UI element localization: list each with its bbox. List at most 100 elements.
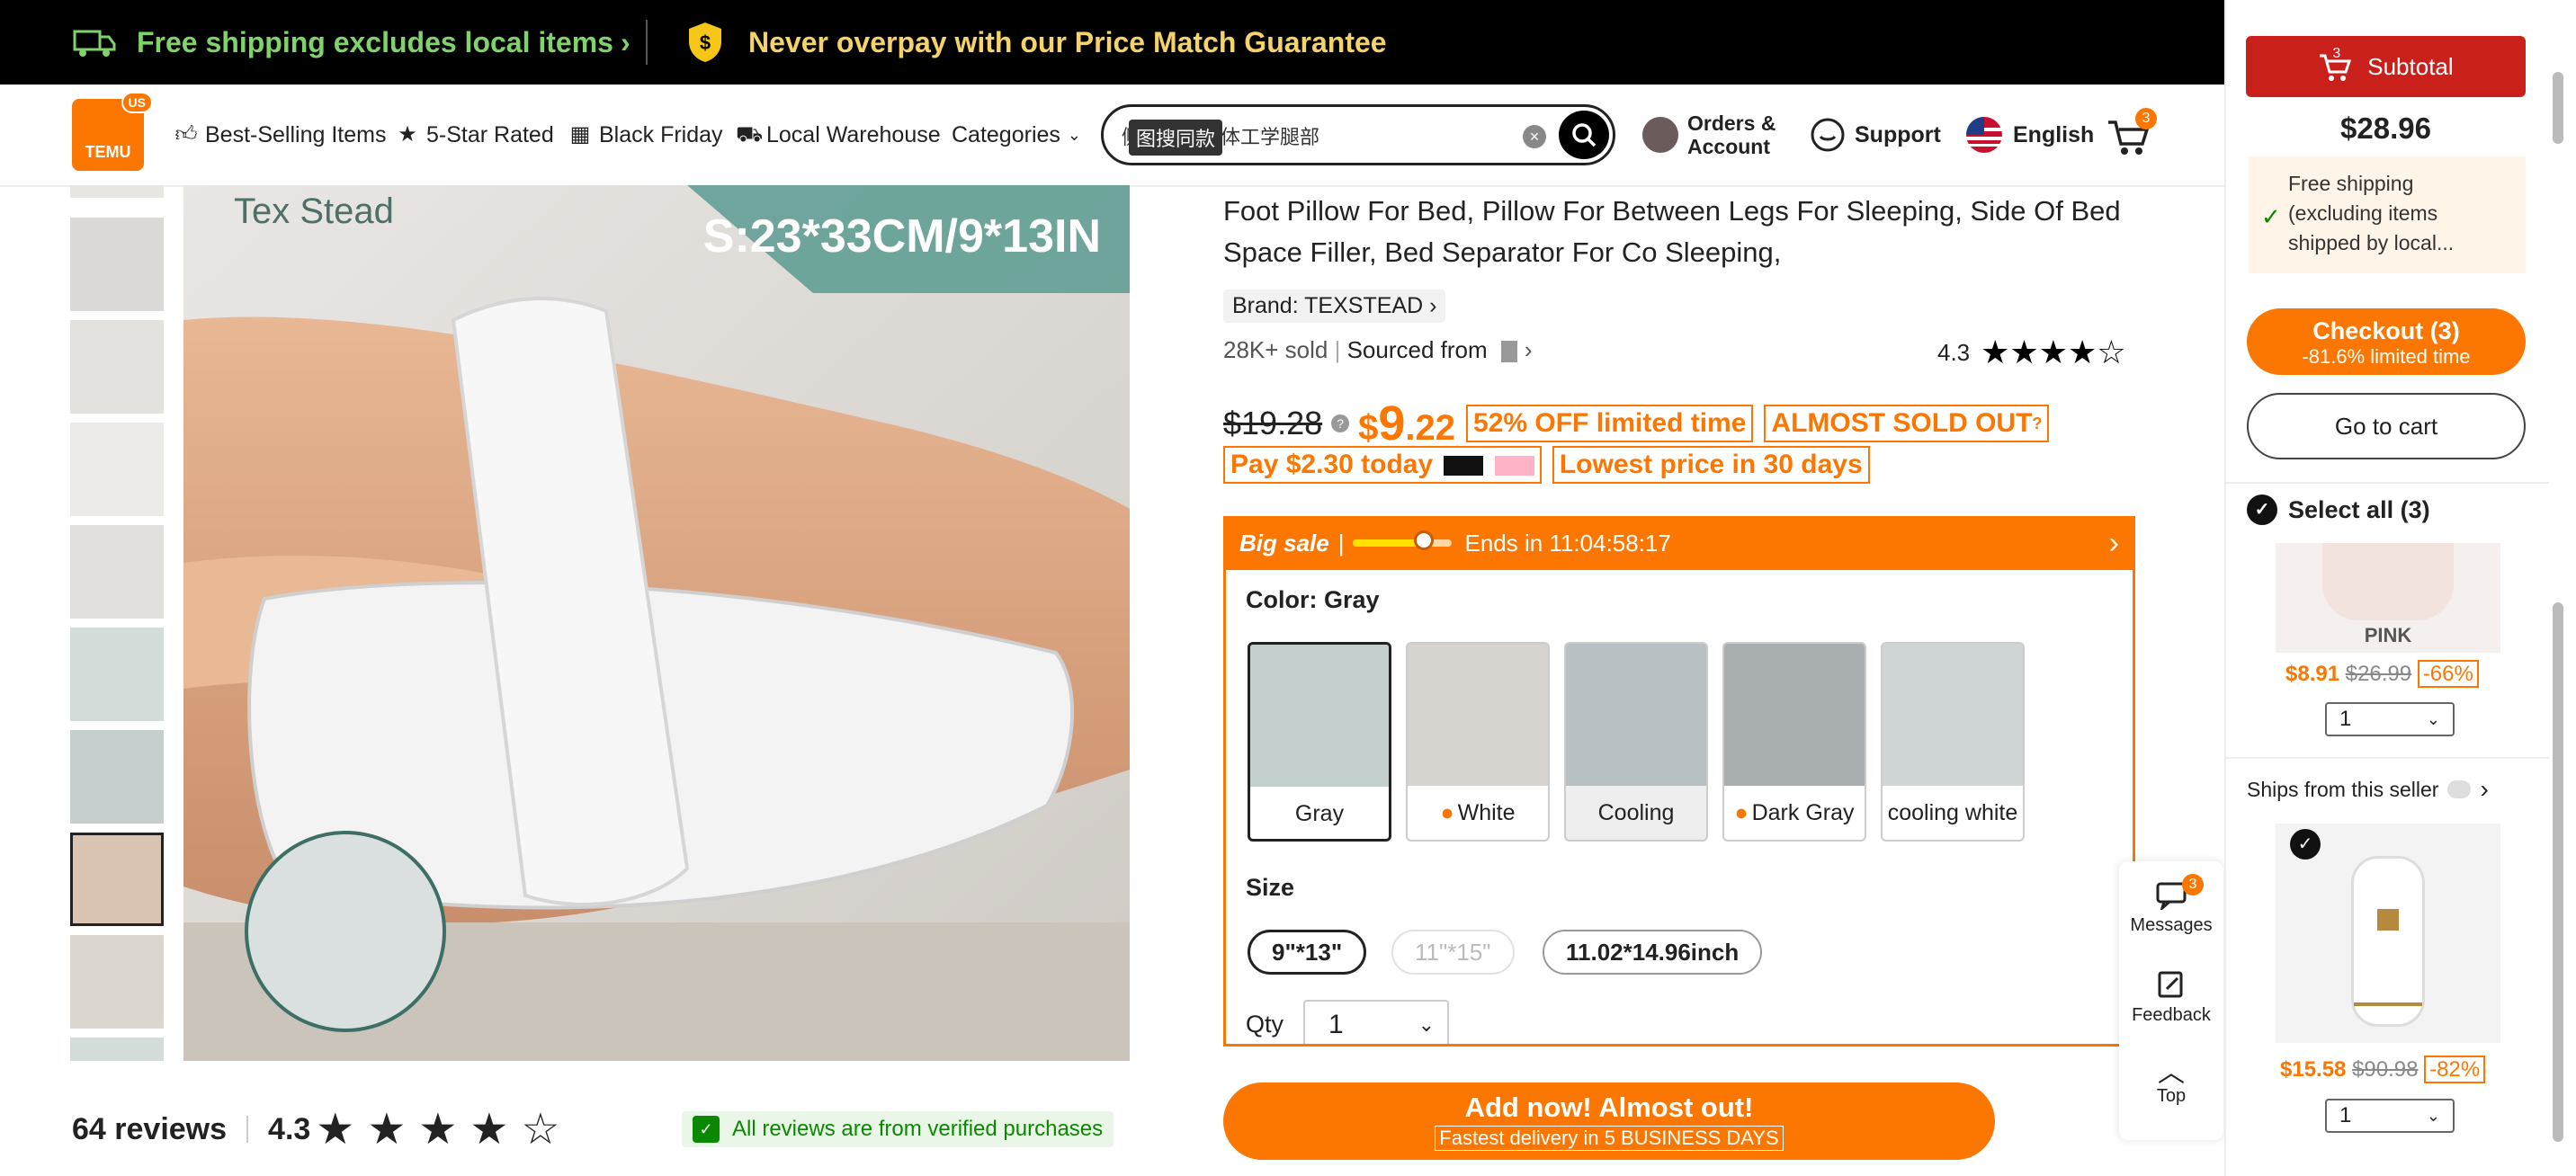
free-shipping-banner[interactable]: Free shipping excludes local items › <box>72 0 631 85</box>
account-label: Account <box>1687 135 1770 158</box>
nav-categories[interactable]: Categories ⌄ <box>952 117 1081 153</box>
size-option-disabled[interactable]: 11"*15" <box>1391 930 1515 975</box>
temu-logo[interactable]: TEMU US <box>72 92 153 171</box>
size-option[interactable]: 11.02*14.96inch <box>1543 930 1763 975</box>
product-logo <box>2377 909 2399 931</box>
chevron-right-icon: › <box>1524 336 1533 363</box>
free-shipping-notice: ✓ Free shipping (excluding items shipped… <box>2249 156 2526 273</box>
color-option-label: ● Dark Gray <box>1734 799 1855 825</box>
messages-badge: 3 <box>2182 874 2204 895</box>
cart-item-image[interactable]: ✓ <box>2276 824 2500 1043</box>
discount-tag: 52% OFF limited time <box>1466 405 1754 442</box>
brand-link[interactable]: Brand: TEXSTEAD › <box>1223 290 1446 323</box>
nav-label: 5-Star Rated <box>426 121 554 147</box>
qty-select[interactable]: 1 ⌄ <box>1303 1000 1449 1044</box>
reviews-summary[interactable]: 64 reviews 4.3 ★★★★☆ <box>72 1102 572 1156</box>
info-icon: ? <box>2032 414 2043 432</box>
scrollbar-thumb[interactable] <box>2553 72 2563 144</box>
thumbnail[interactable] <box>70 423 164 516</box>
select-all-row[interactable]: ✓ Select all (3) <box>2247 494 2430 525</box>
add-to-cart-button[interactable]: Add now! Almost out! Fastest delivery in… <box>1223 1082 1995 1160</box>
product-title: Foot Pillow For Bed, Pillow For Between … <box>1223 195 2121 268</box>
brand-watermark: Tex Stead <box>234 192 394 231</box>
pay-today-tag[interactable]: Pay $2.30 today <box>1223 446 1542 484</box>
color-option-label: cooling white <box>1887 799 2018 825</box>
checkbox-checked-icon[interactable]: ✓ <box>2290 829 2321 860</box>
cart-item-image[interactable]: PINK <box>2276 543 2500 653</box>
back-to-top-button[interactable]: ︿ Top <box>2119 1060 2223 1107</box>
color-option-dark-gray[interactable]: ● Dark Gray <box>1722 642 1866 842</box>
sales-info: 28K+ sold | Sourced from › <box>1223 336 1533 363</box>
color-option-cooling-white[interactable]: cooling white <box>1881 642 2025 842</box>
region-badge: US <box>121 92 153 113</box>
thumbnail[interactable] <box>70 218 164 311</box>
banner-divider <box>646 20 648 65</box>
size-option[interactable]: 9"*13" <box>1248 930 1367 975</box>
subtotal-header: 3 Subtotal <box>2246 36 2526 97</box>
verified-text: All reviews are from verified purchases <box>732 1117 1104 1141</box>
sale-countdown: Ends in 11:04:58:17 <box>1464 529 1671 557</box>
thumbnail[interactable] <box>70 320 164 414</box>
big-sale-bar[interactable]: Big sale | Ends in 11:04:58:17 › <box>1223 516 2135 570</box>
nav-label: Best-Selling Items <box>205 121 387 147</box>
search-button[interactable] <box>1559 111 1609 159</box>
image-search-tooltip: 图搜同款 <box>1129 120 1223 156</box>
product-rating[interactable]: 4.3 ★★★★☆ <box>1937 336 2126 369</box>
checkout-button[interactable]: Checkout (3) -81.6% limited time <box>2247 308 2526 375</box>
truck-icon <box>73 30 116 57</box>
color-option-label: ● White <box>1440 799 1516 825</box>
nav-label: Categories <box>952 121 1060 147</box>
lowest-price-tag: Lowest price in 30 days <box>1552 446 1870 484</box>
original-price: $19.28 <box>1223 405 1323 441</box>
chevron-right-icon: › <box>2108 525 2119 560</box>
price-match-text: Never overpay with our Price Match Guara… <box>748 25 1387 58</box>
ships-from-seller[interactable]: Ships from this seller › <box>2247 775 2489 804</box>
nav-five-star[interactable]: ★ 5-Star Rated <box>396 117 554 153</box>
sourced-from[interactable]: Sourced from <box>1347 336 1488 363</box>
main-product-image[interactable]: Tex Stead S:23*33CM/9*13IN <box>183 185 1130 1061</box>
cart-scrollbar-thumb[interactable] <box>2553 602 2563 1142</box>
brand-label: Brand: TEXSTEAD <box>1232 293 1424 318</box>
cart-item-qty-select[interactable]: 1 ⌄ <box>2325 702 2455 736</box>
clear-icon[interactable]: × <box>1523 125 1546 148</box>
support-link[interactable]: Support <box>1810 117 1941 153</box>
divider <box>246 1116 249 1143</box>
chevron-down-icon: ⌄ <box>2426 709 2440 728</box>
verified-shield-icon: ✓ <box>693 1116 720 1143</box>
help-icon[interactable]: ? <box>1331 414 1350 432</box>
nav-local-warehouse[interactable]: ⛟ Local Warehouse <box>736 117 941 153</box>
thumbnail[interactable] <box>70 730 164 824</box>
language-selector[interactable]: English <box>1964 117 2094 153</box>
thumbnail[interactable] <box>70 1038 164 1061</box>
price-match-banner[interactable]: $ Never overpay with our Price Match Gua… <box>685 0 1387 85</box>
thumbnail[interactable] <box>70 628 164 721</box>
nav-best-selling[interactable]: 👍︎ Best-Selling Items <box>174 117 386 153</box>
nav-black-friday[interactable]: ▦ Black Friday <box>568 117 723 153</box>
color-option-white[interactable]: ● White <box>1406 642 1550 842</box>
svg-text:$: $ <box>700 31 711 54</box>
thumbnail-selected[interactable] <box>70 833 164 926</box>
sold-out-tag[interactable]: ALMOST SOLD OUT? <box>1764 405 2050 442</box>
feedback-button[interactable]: Feedback <box>2119 969 2223 1026</box>
qty-value: 1 <box>2339 1103 2352 1127</box>
free-shipping-text: Free shipping (excluding items shipped b… <box>2288 172 2455 254</box>
top-label: Top <box>2156 1086 2187 1106</box>
color-option-cooling[interactable]: Cooling <box>1564 642 1708 842</box>
top-banner: Free shipping excludes local items › $ N… <box>0 0 2224 85</box>
feedback-edit-icon <box>2158 971 2183 998</box>
checkbox-checked-icon[interactable]: ✓ <box>2247 494 2277 525</box>
color-option-gray[interactable]: Gray <box>1248 642 1391 842</box>
divider <box>2225 757 2549 759</box>
warehouse-truck-icon: ⛟ <box>736 122 764 147</box>
search-bar[interactable]: 侧睡腿枕人体工学腿部 图搜同款 × <box>1101 104 1615 165</box>
thumbnail[interactable] <box>70 525 164 619</box>
cart-item-qty-select[interactable]: 1 ⌄ <box>2325 1099 2455 1133</box>
cart-button[interactable]: 3 <box>2105 108 2157 160</box>
messages-button[interactable]: Messages 3 <box>2119 874 2223 936</box>
go-to-cart-button[interactable]: Go to cart <box>2247 393 2526 459</box>
orders-account[interactable]: Orders & Account <box>1642 110 1775 160</box>
thumbnail[interactable] <box>70 935 164 1029</box>
star-badge-icon: ★ <box>398 122 417 147</box>
color-label: Color: Gray <box>1246 586 1380 613</box>
thumbnail[interactable] <box>70 185 164 198</box>
